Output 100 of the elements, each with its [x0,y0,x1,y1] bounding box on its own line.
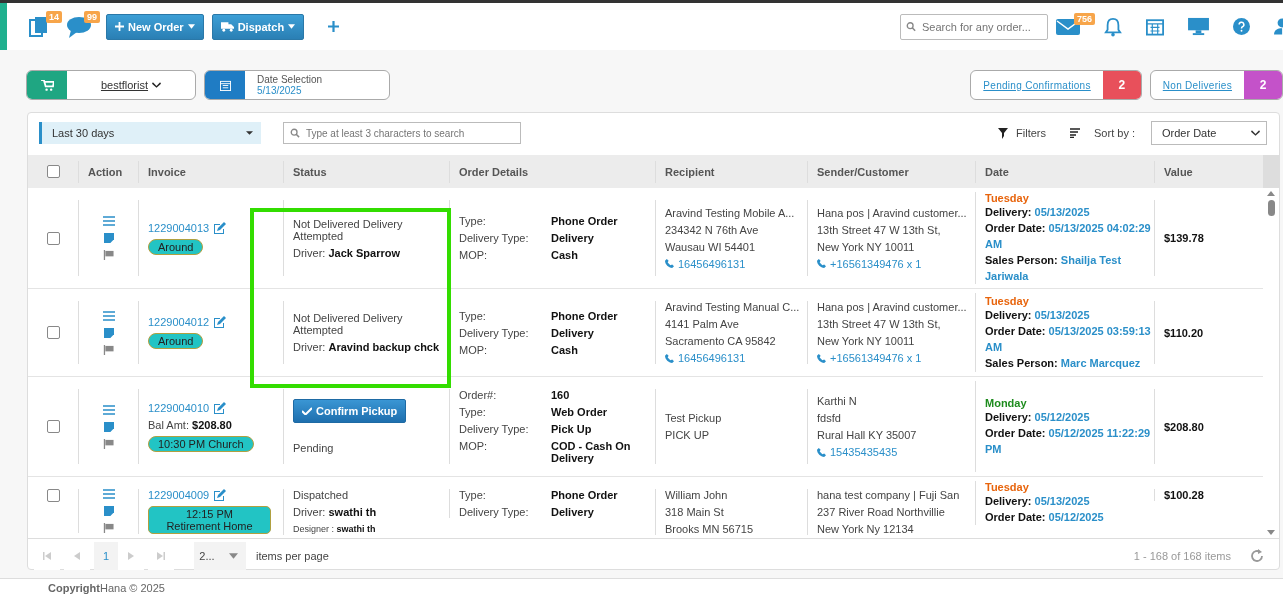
plus-icon [115,22,124,31]
count-badge: 756 [1074,12,1096,25]
search-field[interactable]: Search for any order... [900,13,1048,40]
flag-icon[interactable] [102,438,115,449]
help-icon[interactable] [1233,18,1250,35]
counter-link[interactable]: Pending Confirmations [971,71,1103,99]
recipient-text: 4141 Palm Ave [665,318,740,330]
sort-dropdown[interactable]: Order Date [1151,121,1267,145]
menu-icon[interactable] [102,489,115,499]
range-dropdown[interactable]: Last 30 days [39,122,261,144]
phone-link[interactable]: 16456496131 [665,257,807,270]
recipient-text: Sacramento CA 95842 [665,335,777,347]
down-arrow-icon [1267,530,1275,535]
search-icon [290,128,300,138]
page-size-dropdown[interactable]: 2... [194,541,246,570]
sort-icon[interactable] [1070,128,1081,138]
count-badge: 2 [1244,71,1282,99]
count-badge: 99 [84,10,100,23]
search-field[interactable]: Type at least 3 characters to search [283,122,521,144]
edit-icon[interactable] [213,401,227,414]
monitor-icon[interactable] [1188,17,1209,36]
phone-link[interactable]: +16561349476 x 1 [817,257,975,270]
checkbox[interactable] [46,165,60,178]
invoice-link[interactable]: 1229004010 [148,401,210,414]
flag-icon[interactable] [102,250,115,260]
confirm-pickup-button[interactable]: Confirm Pickup [293,399,407,423]
caret-icon [187,24,195,29]
phone-icon [817,259,826,268]
phone-link[interactable]: 15435435435 [817,446,975,458]
first-page-icon [43,551,51,560]
counter-link[interactable]: Non Deliveries [1150,71,1244,99]
checkbox[interactable] [46,420,60,433]
invoice-link[interactable]: 1229004013 [148,221,210,234]
checkbox[interactable] [46,231,60,245]
item-range: 1 - 168 of 168 items [1133,549,1231,562]
edit-icon[interactable] [213,489,227,501]
driver-text: Driver: Jack Sparrow [293,246,401,259]
page-number[interactable]: 1 [94,541,118,570]
note-icon[interactable] [103,327,114,338]
status-text: Dispatched [293,489,350,501]
edit-icon[interactable] [213,221,227,234]
dropdown-button[interactable]: New Order [106,13,204,40]
dropdown-button[interactable]: Dispatch [211,13,305,40]
date-text: Order Date: 05/13/2025 03:59:13 AM [985,323,1152,355]
caret-icon [228,552,238,559]
truck-icon [220,21,234,32]
store-link[interactable]: bestflorist [100,79,149,91]
previous-page-icon [73,551,81,560]
checkbox[interactable] [46,489,60,502]
detail-label: Type: [459,309,487,322]
sender-text: 13th Street 47 W 13th St, [817,223,942,236]
column-header: Sender/Customer [807,160,975,183]
calendar-icon[interactable] [1146,17,1164,36]
detail-value: Pick Up [551,423,593,435]
checkbox[interactable] [46,326,60,339]
refresh-icon[interactable] [1249,547,1265,564]
date-text: Order Date: 05/13/2025 04:02:29 AM [985,221,1152,252]
caret-icon [288,24,296,29]
tag-badge: 12:15 PM Retirement Home [148,506,271,534]
note-icon[interactable] [103,506,114,516]
detail-label: Order#: [459,389,498,401]
filters-link[interactable]: Filters [1016,127,1047,139]
detail-value: Cash [551,343,579,356]
chevron-down-icon [1251,130,1260,136]
bell-icon[interactable] [1104,16,1122,37]
detail-label: Delivery Type: [459,423,530,435]
sender-text: fdsfd [817,412,842,424]
scrollbar-thumb[interactable] [1267,200,1275,216]
order-value: $139.78 [1164,232,1205,244]
filter-icon[interactable] [998,127,1009,139]
detail-value: Delivery [551,506,595,518]
menu-icon[interactable] [102,216,115,226]
phone-link[interactable]: 16456496131 [665,352,807,364]
order-value: $110.20 [1164,326,1205,339]
invoice-link[interactable]: 1229004012 [148,316,210,328]
order-value: $100.28 [1164,489,1205,501]
flag-icon[interactable] [102,523,115,533]
menu-icon[interactable] [102,310,115,321]
last-page-icon [157,551,165,560]
phone-link[interactable]: +16561349476 x 1 [817,352,975,364]
date-selector[interactable]: Date Selection 5/13/2025 [204,70,390,100]
date-text: Sales Person: Marc Marcquez [985,355,1142,371]
page-size-label: items per page [256,549,329,562]
count-badge: 14 [46,10,62,23]
recipient-text: Wausau WI 54401 [665,240,757,253]
date-value: 5/13/2025 [257,85,303,96]
menu-icon[interactable] [102,404,115,415]
invoice-link[interactable]: 1229004009 [148,489,210,501]
note-icon[interactable] [103,421,114,432]
column-header: Date [975,160,1154,183]
driver-text: Driver: swathi th [293,506,378,518]
store-selector[interactable]: bestflorist [26,70,196,100]
copyright-text: CopyrightHana © 2025 [48,582,165,594]
plus-icon [328,21,340,32]
flag-icon[interactable] [102,344,115,355]
edit-icon[interactable] [213,316,227,328]
note-icon[interactable] [103,233,114,243]
sender-text: Hana pos | Aravind customer... [817,301,968,313]
user-icon[interactable] [1274,17,1283,36]
date-text: Sales Person: Shailja Test Jariwala [985,253,1123,284]
